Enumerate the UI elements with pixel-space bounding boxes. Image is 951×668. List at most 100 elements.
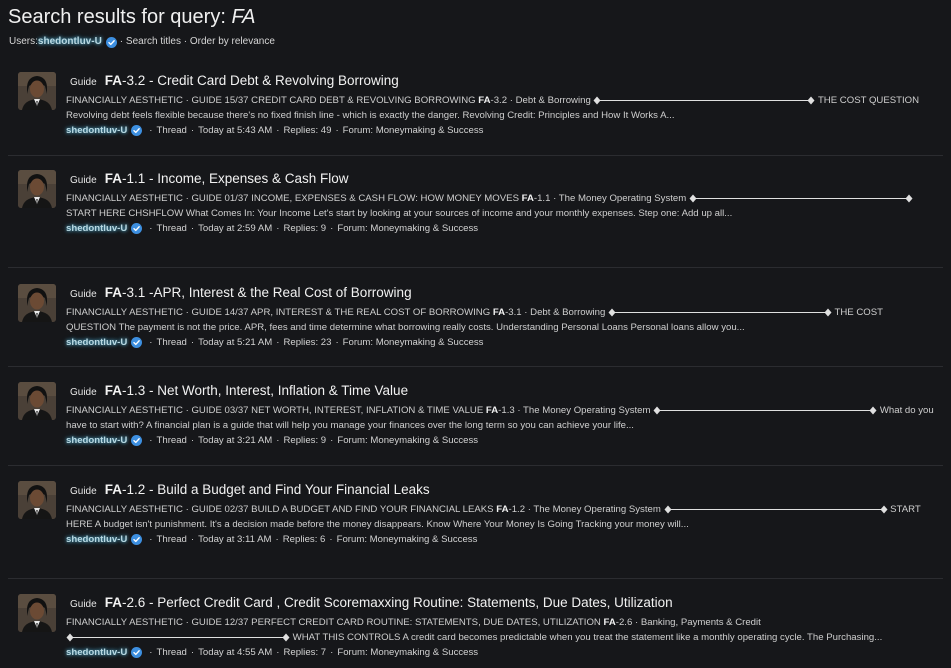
verified-badge-icon xyxy=(131,223,143,234)
result-type-label: Guide xyxy=(70,77,97,88)
meta-separator: · xyxy=(276,337,280,348)
author-link[interactable]: shedontluv-U xyxy=(66,335,127,350)
result-type: Thread xyxy=(156,223,187,234)
verified-badge-icon xyxy=(131,647,143,658)
result-time: Today at 2:59 AM xyxy=(198,223,273,234)
meta-separator: · xyxy=(275,534,279,545)
result-type-label: Guide xyxy=(70,175,97,186)
title-rest: -3.1 -APR, Interest & the Real Cost of B… xyxy=(121,285,412,300)
order-by-filter[interactable]: Order by relevance xyxy=(190,36,275,48)
result-snippet: FINANCIALLY AESTHETIC · GUIDE 14/37 APR,… xyxy=(66,307,883,333)
search-result-item: Guide FA-2.6 - Perfect Credit Card , Cre… xyxy=(8,579,943,668)
search-result-item: Guide FA-3.1 -APR, Interest & the Real C… xyxy=(8,268,943,367)
result-title[interactable]: FA-3.2 - Credit Card Debt & Revolving Bo… xyxy=(105,72,399,90)
result-replies: Replies: 7 xyxy=(283,647,327,658)
avatar[interactable] xyxy=(18,594,56,632)
result-meta: shedontluv-U · Thread · Today at 3:11 AM… xyxy=(66,532,935,547)
title-rest: -1.2 - Build a Budget and Find Your Fina… xyxy=(121,482,430,497)
title-rest: -1.3 - Net Worth, Interest, Inflation & … xyxy=(121,383,409,398)
result-time: Today at 3:11 AM xyxy=(198,534,272,545)
result-snippet: FINANCIALLY AESTHETIC · GUIDE 02/37 BUIL… xyxy=(66,504,921,530)
snippet-match: FA xyxy=(521,193,534,204)
result-meta: shedontluv-U · Thread · Today at 5:21 AM… xyxy=(66,335,935,350)
avatar[interactable] xyxy=(18,382,56,420)
verified-badge-icon xyxy=(131,435,143,446)
meta-separator: · xyxy=(149,647,153,658)
result-time: Today at 5:21 AM xyxy=(198,337,273,348)
verified-badge-icon xyxy=(105,36,117,48)
result-meta: shedontluv-U · Thread · Today at 4:55 AM… xyxy=(66,645,935,660)
result-type: Thread xyxy=(156,337,187,348)
result-title[interactable]: FA-1.2 - Build a Budget and Find Your Fi… xyxy=(105,481,430,499)
result-title-line: Guide FA-2.6 - Perfect Credit Card , Cre… xyxy=(66,594,935,612)
avatar[interactable] xyxy=(18,481,56,519)
result-title[interactable]: FA-1.3 - Net Worth, Interest, Inflation … xyxy=(105,382,408,400)
decorative-divider-icon xyxy=(608,308,832,317)
meta-separator: · xyxy=(276,223,280,234)
author-link[interactable]: shedontluv-U xyxy=(66,532,127,547)
result-replies: Replies: 9 xyxy=(283,223,327,234)
result-title-line: Guide FA-1.1 - Income, Expenses & Cash F… xyxy=(66,170,935,188)
result-title-line: Guide FA-3.2 - Credit Card Debt & Revolv… xyxy=(66,72,935,90)
result-forum[interactable]: Forum: Moneymaking & Success xyxy=(343,123,484,138)
meta-separator: · xyxy=(190,647,195,658)
author-link[interactable]: shedontluv-U xyxy=(66,221,127,236)
author-link[interactable]: shedontluv-U xyxy=(66,123,127,138)
meta-separator: · xyxy=(149,337,153,348)
result-type: Thread xyxy=(156,534,187,545)
snippet-match: FA xyxy=(485,405,499,416)
search-result-item: Guide FA-1.3 - Net Worth, Interest, Infl… xyxy=(8,367,943,466)
result-snippet: FINANCIALLY AESTHETIC · GUIDE 03/37 NET … xyxy=(66,405,934,431)
meta-separator: · xyxy=(329,534,333,545)
result-type-label: Guide xyxy=(70,486,97,497)
search-titles-filter[interactable]: Search titles xyxy=(126,36,181,48)
meta-separator: · xyxy=(190,534,195,545)
meta-separator: · xyxy=(276,435,280,446)
title-rest: -2.6 - Perfect Credit Card , Credit Scor… xyxy=(121,595,673,610)
result-forum[interactable]: Forum: Moneymaking & Success xyxy=(337,221,478,236)
result-replies: Replies: 6 xyxy=(282,534,326,545)
meta-separator: · xyxy=(190,435,195,446)
search-query: FA xyxy=(231,6,256,28)
snippet-match: FA xyxy=(603,617,616,628)
title-match: FA xyxy=(104,171,122,186)
result-snippet: FINANCIALLY AESTHETIC · GUIDE 15/37 CRED… xyxy=(66,95,920,121)
avatar[interactable] xyxy=(18,284,56,322)
result-type-label: Guide xyxy=(70,289,97,300)
meta-separator: · xyxy=(149,435,153,446)
result-forum[interactable]: Forum: Moneymaking & Success xyxy=(343,335,484,350)
result-time: Today at 4:55 AM xyxy=(198,647,273,658)
result-replies: Replies: 49 xyxy=(283,125,332,136)
verified-badge-icon xyxy=(131,337,143,348)
result-type-label: Guide xyxy=(70,599,97,610)
avatar[interactable] xyxy=(18,72,56,110)
verified-badge-icon xyxy=(131,534,143,545)
meta-separator: · xyxy=(330,223,334,234)
avatar[interactable] xyxy=(18,170,56,208)
result-replies: Replies: 9 xyxy=(283,435,327,446)
search-results-page: Search results for query: FA Users: shed… xyxy=(0,0,951,668)
result-type: Thread xyxy=(156,125,187,136)
meta-separator: · xyxy=(190,337,195,348)
result-replies: Replies: 23 xyxy=(283,337,332,348)
meta-separator: · xyxy=(190,125,195,136)
snippet-match: FA xyxy=(492,307,506,318)
result-title[interactable]: FA-2.6 - Perfect Credit Card , Credit Sc… xyxy=(105,594,673,612)
result-title[interactable]: FA-3.1 -APR, Interest & the Real Cost of… xyxy=(105,284,412,302)
result-forum[interactable]: Forum: Moneymaking & Success xyxy=(337,645,478,660)
result-meta: shedontluv-U · Thread · Today at 5:43 AM… xyxy=(66,123,935,138)
decorative-divider-icon xyxy=(689,194,913,203)
result-title[interactable]: FA-1.1 - Income, Expenses & Cash Flow xyxy=(105,170,349,188)
author-link[interactable]: shedontluv-U xyxy=(66,645,127,660)
result-forum[interactable]: Forum: Moneymaking & Success xyxy=(337,532,478,547)
filter-separator: · xyxy=(119,36,124,47)
users-filter-username[interactable]: shedontluv-U xyxy=(38,36,102,48)
search-filters: Users: shedontluv-U · Search titles · Or… xyxy=(9,36,275,48)
author-link[interactable]: shedontluv-U xyxy=(66,433,127,448)
result-forum[interactable]: Forum: Moneymaking & Success xyxy=(337,433,478,448)
result-type: Thread xyxy=(156,435,187,446)
users-filter-label: Users: xyxy=(9,36,38,47)
meta-separator: · xyxy=(190,223,195,234)
result-meta: shedontluv-U · Thread · Today at 3:21 AM… xyxy=(66,433,935,448)
meta-separator: · xyxy=(149,125,153,136)
